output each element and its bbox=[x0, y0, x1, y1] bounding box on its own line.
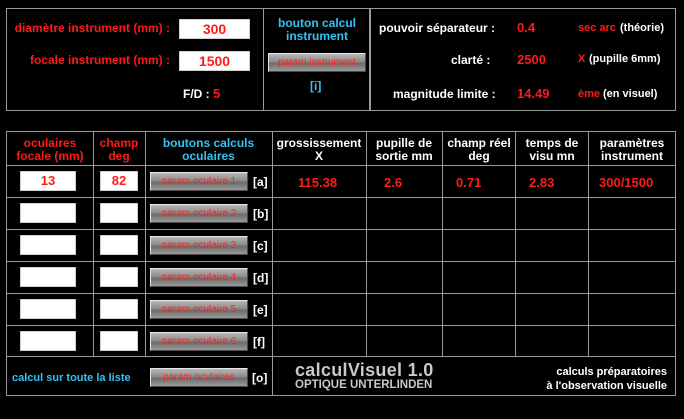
eyepiece-focal-input[interactable] bbox=[20, 203, 76, 223]
exit-pupil-value: 2.6 bbox=[384, 175, 403, 190]
clarity-label: clarté : bbox=[451, 53, 491, 67]
eyepiece-link[interactable]: [a] bbox=[253, 175, 268, 189]
eyepiece-link[interactable]: [c] bbox=[253, 239, 268, 253]
magnitude-value: 14.49 bbox=[517, 86, 550, 101]
param-instrument-button[interactable]: param instrument bbox=[268, 53, 366, 72]
eyepiece-field-input[interactable] bbox=[100, 267, 138, 287]
diameter-input[interactable]: 300 bbox=[179, 19, 250, 39]
tagline-line-2: à l'observation visuelle bbox=[546, 380, 667, 392]
instrument-calc-title: bouton calcul instrument bbox=[278, 16, 356, 43]
magnification-value: 115.38 bbox=[298, 175, 338, 190]
app-subtitle: OPTIQUE UNTERLINDEN bbox=[295, 379, 433, 391]
header-eyepieces: oculaires focale (mm) bbox=[16, 136, 84, 163]
magnitude-note: (en visuel) bbox=[603, 88, 658, 100]
clarity-unit: X bbox=[578, 53, 586, 65]
params-value: 300/1500 bbox=[599, 175, 654, 190]
eyepiece-link[interactable]: [b] bbox=[253, 207, 268, 221]
magnitude-unit: ème bbox=[578, 88, 601, 100]
resolving-note: (théorie) bbox=[620, 22, 664, 34]
param-oculaires-button[interactable]: param oculaires bbox=[150, 368, 248, 387]
resolving-unit: sec arc bbox=[578, 22, 616, 34]
view-time-value: 2.83 bbox=[529, 175, 555, 190]
calc-all-label: calcul sur toute la liste bbox=[12, 372, 131, 384]
clarity-value: 2500 bbox=[517, 52, 546, 67]
header-view-time: temps de visu mn bbox=[525, 136, 579, 163]
eyepiece-field-input[interactable] bbox=[100, 235, 138, 255]
eyepiece-focal-input[interactable]: 13 bbox=[20, 171, 76, 191]
param-oculaire-button[interactable]: param oculaire 3 bbox=[150, 236, 248, 255]
fd-value: 5 bbox=[213, 86, 221, 101]
diameter-label: diamètre instrument (mm) : bbox=[14, 21, 170, 35]
eyepiece-focal-input[interactable] bbox=[20, 235, 76, 255]
focal-label: focale instrument (mm) : bbox=[29, 53, 170, 67]
magnitude-label: magnitude limite : bbox=[393, 87, 496, 101]
tagline-line-1: calculs préparatoires bbox=[556, 366, 667, 378]
eyepiece-link[interactable]: [d] bbox=[253, 271, 268, 285]
eyepiece-focal-input[interactable] bbox=[20, 267, 76, 287]
eyepiece-link[interactable]: [f] bbox=[253, 335, 265, 349]
fd-label: F/D : bbox=[183, 87, 210, 101]
eyepiece-field-input[interactable] bbox=[100, 203, 138, 223]
eyepiece-focal-input[interactable] bbox=[20, 331, 76, 351]
eyepiece-field-input[interactable] bbox=[100, 331, 138, 351]
resolving-label: pouvoir séparateur : bbox=[379, 21, 496, 35]
param-oculaire-button[interactable]: param oculaire 1 bbox=[150, 172, 248, 191]
header-field: champ deg bbox=[99, 136, 139, 163]
header-params: paramètres instrument bbox=[599, 136, 665, 163]
focal-input[interactable]: 1500 bbox=[179, 51, 250, 71]
eyepiece-link[interactable]: [e] bbox=[253, 303, 268, 317]
app-title: calculVisuel 1.0 bbox=[295, 360, 434, 380]
header-magnification: grossissement X bbox=[276, 136, 362, 163]
header-buttons: boutons calculs oculaires bbox=[162, 136, 255, 163]
real-field-value: 0.71 bbox=[456, 175, 482, 190]
eyepiece-focal-input[interactable] bbox=[20, 299, 76, 319]
instrument-link[interactable]: [i] bbox=[310, 79, 321, 93]
header-real-field: champ réel deg bbox=[447, 136, 511, 163]
param-oculaire-button[interactable]: param oculaire 2 bbox=[150, 204, 248, 223]
param-oculaire-button[interactable]: param oculaire 5 bbox=[150, 300, 248, 319]
clarity-note: (pupille 6mm) bbox=[589, 53, 661, 65]
calc-all-link[interactable]: [o] bbox=[252, 371, 267, 385]
resolving-value: 0.4 bbox=[517, 20, 536, 35]
eyepiece-field-input[interactable]: 82 bbox=[100, 171, 138, 191]
header-exit-pupil: pupille de sortie mm bbox=[375, 136, 433, 163]
eyepiece-field-input[interactable] bbox=[100, 299, 138, 319]
param-oculaire-button[interactable]: param oculaire 6 bbox=[150, 332, 248, 351]
param-oculaire-button[interactable]: param oculaire 4 bbox=[150, 268, 248, 287]
